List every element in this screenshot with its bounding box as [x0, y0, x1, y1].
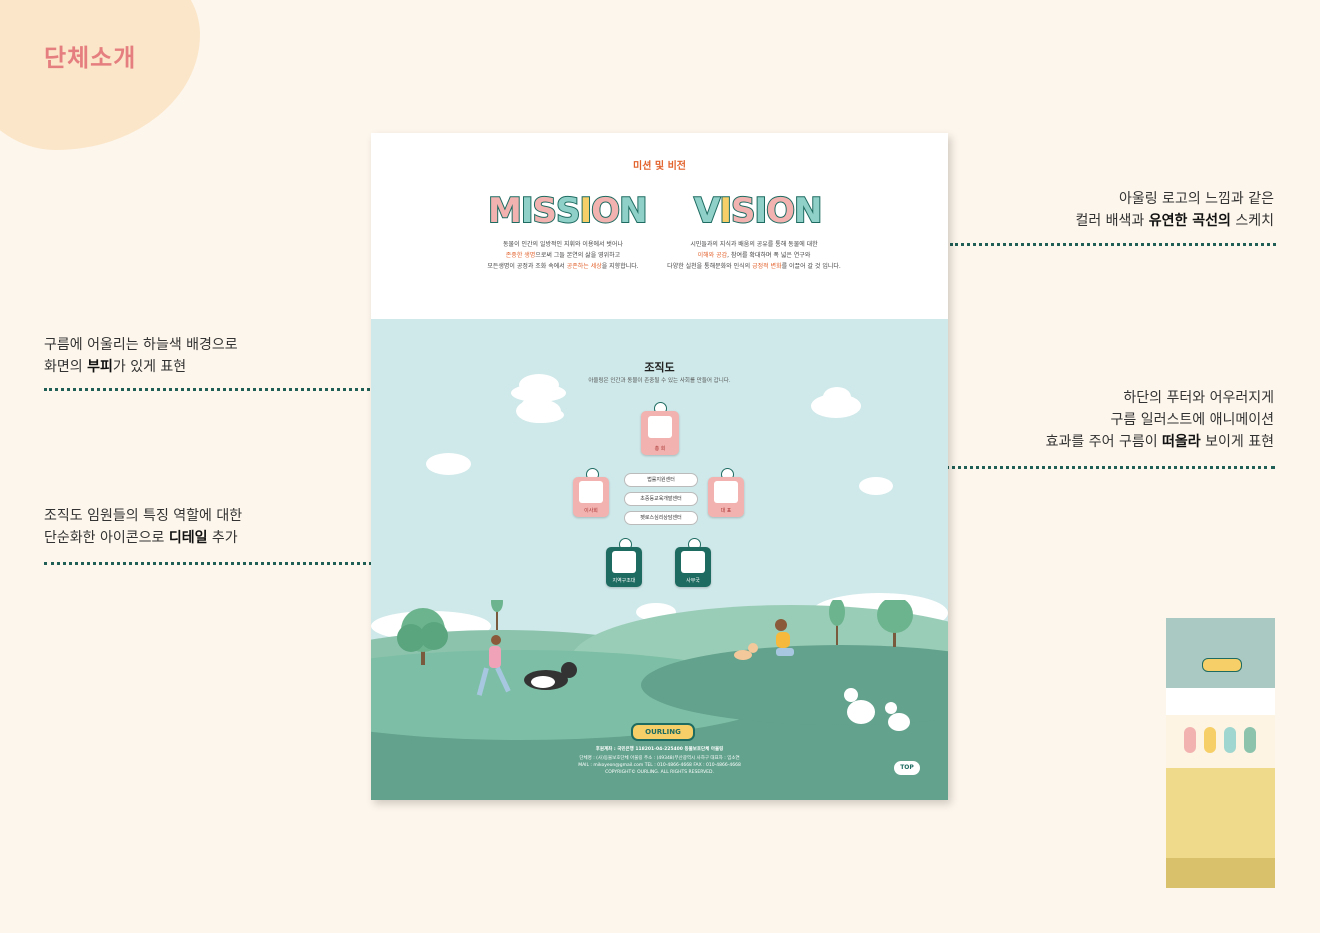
note-bold: 유연한 곡선의: [1148, 213, 1231, 229]
org-card-regional-rescue: 지역구조대: [606, 547, 642, 587]
note-line: 아울링 로고의 느낌과 같은: [1118, 191, 1274, 207]
note-text: 스케치: [1230, 213, 1274, 229]
mission-vision-section: 미션 및 비전 MISSION VISION 동물이 인간의 일방적인 지휘와 …: [371, 133, 948, 319]
note-line: 효과를 주어 구름이 떠올라 보이게 표현: [1014, 431, 1274, 453]
org-chart-title: 조직도: [644, 361, 675, 374]
footer-logo[interactable]: OURLING: [631, 723, 695, 741]
office-staff-icon: [681, 551, 705, 573]
mission-logo: MISSION: [487, 190, 649, 232]
desc-highlight: 이해와 공감: [697, 252, 728, 259]
desc-line: 이해와 공감, 참여를 확대하며 폭 넓은 연구와: [654, 250, 854, 261]
full-page-thumbnail: [1166, 618, 1275, 888]
board-member-icon: [579, 481, 603, 503]
org-card-office: 사무국: [675, 547, 711, 587]
note-line: 컬러 배색과 유연한 곡선의 스케치: [1074, 210, 1274, 232]
desc-line: 모든생명이 공정과 조화 속에서 공존하는 세상을 지향합니다.: [463, 261, 663, 272]
note-text: 컬러 배색과: [1075, 213, 1149, 229]
page-title: 단체소개: [44, 44, 137, 72]
center-petloss[interactable]: 펫로스심리상담센터: [624, 511, 698, 525]
footer-address: 단체명 : (사)동물보호단체 아울링 주소 : (49348)부산광역시 사하…: [579, 756, 740, 761]
mission-description: 동물이 인간의 일방적인 지휘와 이용에서 벗어나 존중한 생명으로써 그들 본…: [463, 239, 663, 272]
note-line: 화면의 부피가 있게 표현: [44, 356, 304, 378]
org-card-board: 이사회: [573, 477, 609, 517]
website-mockup: 미션 및 비전 MISSION VISION 동물이 인간의 일방적인 지휘와 …: [371, 133, 948, 800]
org-card-label: 사무국: [686, 578, 700, 584]
thumb-header: [1166, 618, 1275, 688]
assembly-icon: [648, 416, 672, 438]
note-line: 조직도 임원들의 특징 역할에 대한: [44, 508, 243, 524]
desc-line: 시민들과의 지식과 배움의 공유를 통해 동물에 대한: [690, 241, 818, 248]
footer-copyright: COPYRIGHT© OURLING. ALL RIGHTS RESERVED.: [605, 770, 714, 775]
thumb-hills: [1166, 858, 1275, 888]
thumb-programs: [1166, 715, 1275, 768]
note-cloud-animation: 하단의 푸터와 어우러지게 구름 일러스트에 애니메이션 효과를 주어 구름이 …: [1014, 387, 1274, 453]
footer-account: 후원계좌 : 국민은행 118201-04-225400 동물보호단체 아울링: [595, 747, 724, 752]
org-card-label: 총 회: [654, 446, 666, 452]
org-card-general-assembly: 총 회: [641, 411, 679, 455]
note-line: 구름 일러스트에 애니메이션: [1110, 412, 1274, 428]
note-line: 구름에 어울리는 하늘색 배경으로: [44, 337, 238, 353]
desc-line: 존중한 생명으로써 그들 본연의 삶을 영위하고: [463, 250, 663, 261]
rescue-member-icon: [612, 551, 636, 573]
decorative-blob: [0, 0, 200, 150]
cloud: [516, 399, 561, 423]
note-bold: 디테일: [168, 530, 208, 546]
desc-highlight: 긍정적 변화: [752, 263, 782, 270]
vision-logo: VISION: [693, 190, 824, 232]
note-bold: 떠올라: [1162, 434, 1201, 450]
desc-text: 다양한 실천을 통해문화와 인식의: [667, 263, 753, 270]
org-chart-section: 조직도 아울링은 인간과 동물이 존중될 수 있는 사회를 만들어 갑니다. 총…: [371, 319, 948, 800]
top-button[interactable]: TOP: [894, 761, 920, 775]
note-text: 추가: [207, 530, 238, 546]
note-sky-background: 구름에 어울리는 하늘색 배경으로 화면의 부피가 있게 표현: [44, 334, 304, 378]
center-education[interactable]: 초중등교육개발센터: [624, 492, 698, 506]
org-card-ceo: 대 표: [708, 477, 744, 517]
desc-line: 동물이 인간의 일방적인 지휘와 이용에서 벗어나: [503, 241, 623, 248]
note-text: 단순화한 아이콘으로: [44, 530, 169, 546]
note-bold: 부피: [87, 359, 113, 375]
org-card-label: 이사회: [584, 508, 598, 514]
dotted-leader: [903, 466, 1275, 469]
org-card-label: 지역구조대: [612, 578, 636, 584]
note-text: 가 있게 표현: [112, 359, 187, 375]
ceo-icon: [714, 481, 738, 503]
desc-text: 를 이끌어 갈 것 입니다.: [781, 263, 841, 270]
mission-vision-title: 미션 및 비전: [633, 161, 686, 172]
org-card-label: 대 표: [720, 508, 732, 514]
note-text: 보이게 표현: [1200, 434, 1274, 450]
note-logo-colors: 아울링 로고의 느낌과 같은 컬러 배색과 유연한 곡선의 스케치: [1074, 188, 1274, 232]
note-text: 화면의: [44, 359, 88, 375]
dotted-leader: [950, 243, 1276, 246]
desc-text: , 참여를 확대하며 폭 넓은 연구와: [727, 252, 811, 259]
note-text: 효과를 주어 구름이: [1045, 434, 1163, 450]
note-line: 하단의 푸터와 어우러지게: [1123, 390, 1274, 406]
org-chart-subtitle: 아울링은 인간과 동물이 존중될 수 있는 사회를 만들어 갑니다.: [588, 378, 731, 384]
desc-text: 으로써 그들 본연의 삶을 영위하고: [535, 252, 621, 259]
footer-contact: MAIL : mikoyeon@gmail.com TEL : 010-4866…: [578, 763, 741, 768]
thumb-logo: [1202, 658, 1242, 672]
vision-description: 시민들과의 지식과 배움의 공유를 통해 동물에 대한 이해와 공감, 참여를 …: [654, 239, 854, 272]
desc-highlight: 공존하는 세상: [566, 263, 602, 270]
thumb-card: [1204, 727, 1216, 753]
cloud: [426, 453, 471, 475]
center-legal[interactable]: 법률지원센터: [624, 473, 698, 487]
desc-text: 을 지향합니다.: [601, 263, 639, 270]
cloud: [823, 387, 851, 407]
desc-line: 다양한 실천을 통해문화와 인식의 긍정적 변화를 이끌어 갈 것 입니다.: [654, 261, 854, 272]
thumb-card: [1224, 727, 1236, 753]
cloud: [859, 477, 893, 495]
thumb-intro: [1166, 688, 1275, 715]
thumb-card: [1184, 727, 1196, 753]
note-line: 단순화한 아이콘으로 디테일 추가: [44, 527, 344, 549]
desc-highlight: 존중한 생명: [505, 252, 536, 259]
thumb-card: [1244, 727, 1256, 753]
note-org-icons: 조직도 임원들의 특징 역할에 대한 단순화한 아이콘으로 디테일 추가: [44, 505, 344, 549]
desc-text: 모든생명이 공정과 조화 속에서: [487, 263, 567, 270]
